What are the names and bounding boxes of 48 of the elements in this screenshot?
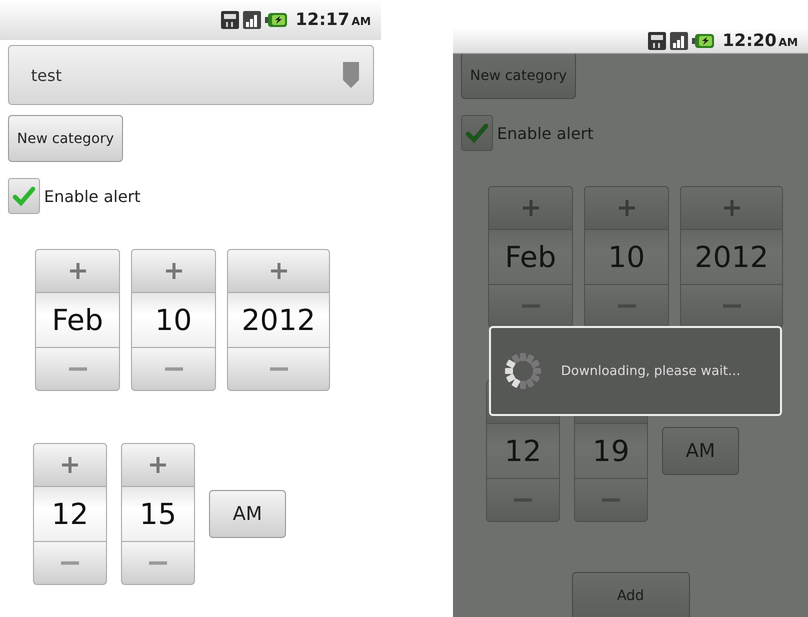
checkmark-icon [12, 184, 36, 208]
decrement-button[interactable] [488, 284, 573, 328]
decrement-button[interactable] [680, 284, 783, 328]
minus-icon [68, 367, 86, 371]
dialog-message: Downloading, please wait... [561, 364, 740, 378]
plus-icon [722, 198, 742, 218]
picker-value: 2012 [680, 230, 783, 284]
picker-value: Feb [488, 230, 573, 284]
minus-icon [149, 561, 167, 565]
plus-icon [520, 198, 540, 218]
plus-icon [164, 261, 184, 281]
plus-icon [616, 198, 636, 218]
increment-button[interactable] [121, 443, 195, 487]
minus-icon [61, 561, 79, 565]
picker-value: Feb [35, 293, 120, 347]
picker-value: 19 [574, 424, 648, 478]
loading-spinner-icon [503, 351, 543, 391]
increment-button[interactable] [35, 249, 120, 293]
plus-icon [148, 455, 168, 475]
category-dropdown[interactable]: test [8, 45, 374, 105]
battery-charging-icon [265, 12, 288, 28]
increment-button[interactable] [131, 249, 216, 293]
dropdown-arrow-icon [341, 60, 361, 90]
increment-button[interactable] [227, 249, 330, 293]
plus-icon [268, 261, 288, 281]
increment-button[interactable] [488, 186, 573, 230]
status-time: 12:20 AM [722, 30, 798, 50]
checkmark-icon [465, 121, 489, 145]
signal-icon [670, 32, 688, 50]
picker-value: 12 [33, 487, 107, 541]
picker-value: 12 [486, 424, 560, 478]
signal-icon [243, 11, 262, 29]
enable-alert-checkbox[interactable]: Enable alert [8, 178, 141, 214]
plus-icon [60, 455, 80, 475]
picker-value: 10 [131, 293, 216, 347]
status-time: 12:17 AM [295, 10, 371, 30]
minus-icon [164, 367, 182, 371]
picker-value: 2012 [227, 293, 330, 347]
increment-button[interactable] [584, 186, 669, 230]
new-category-button[interactable]: New category [8, 115, 123, 162]
minus-icon [270, 367, 288, 371]
picker-value: 10 [584, 230, 669, 284]
picker-value: 15 [121, 487, 195, 541]
plus-icon [68, 261, 88, 281]
increment-button[interactable] [33, 443, 107, 487]
am-pm-button[interactable]: AM [209, 490, 286, 538]
battery-charging-icon [692, 32, 714, 48]
decrement-button[interactable] [584, 284, 669, 328]
